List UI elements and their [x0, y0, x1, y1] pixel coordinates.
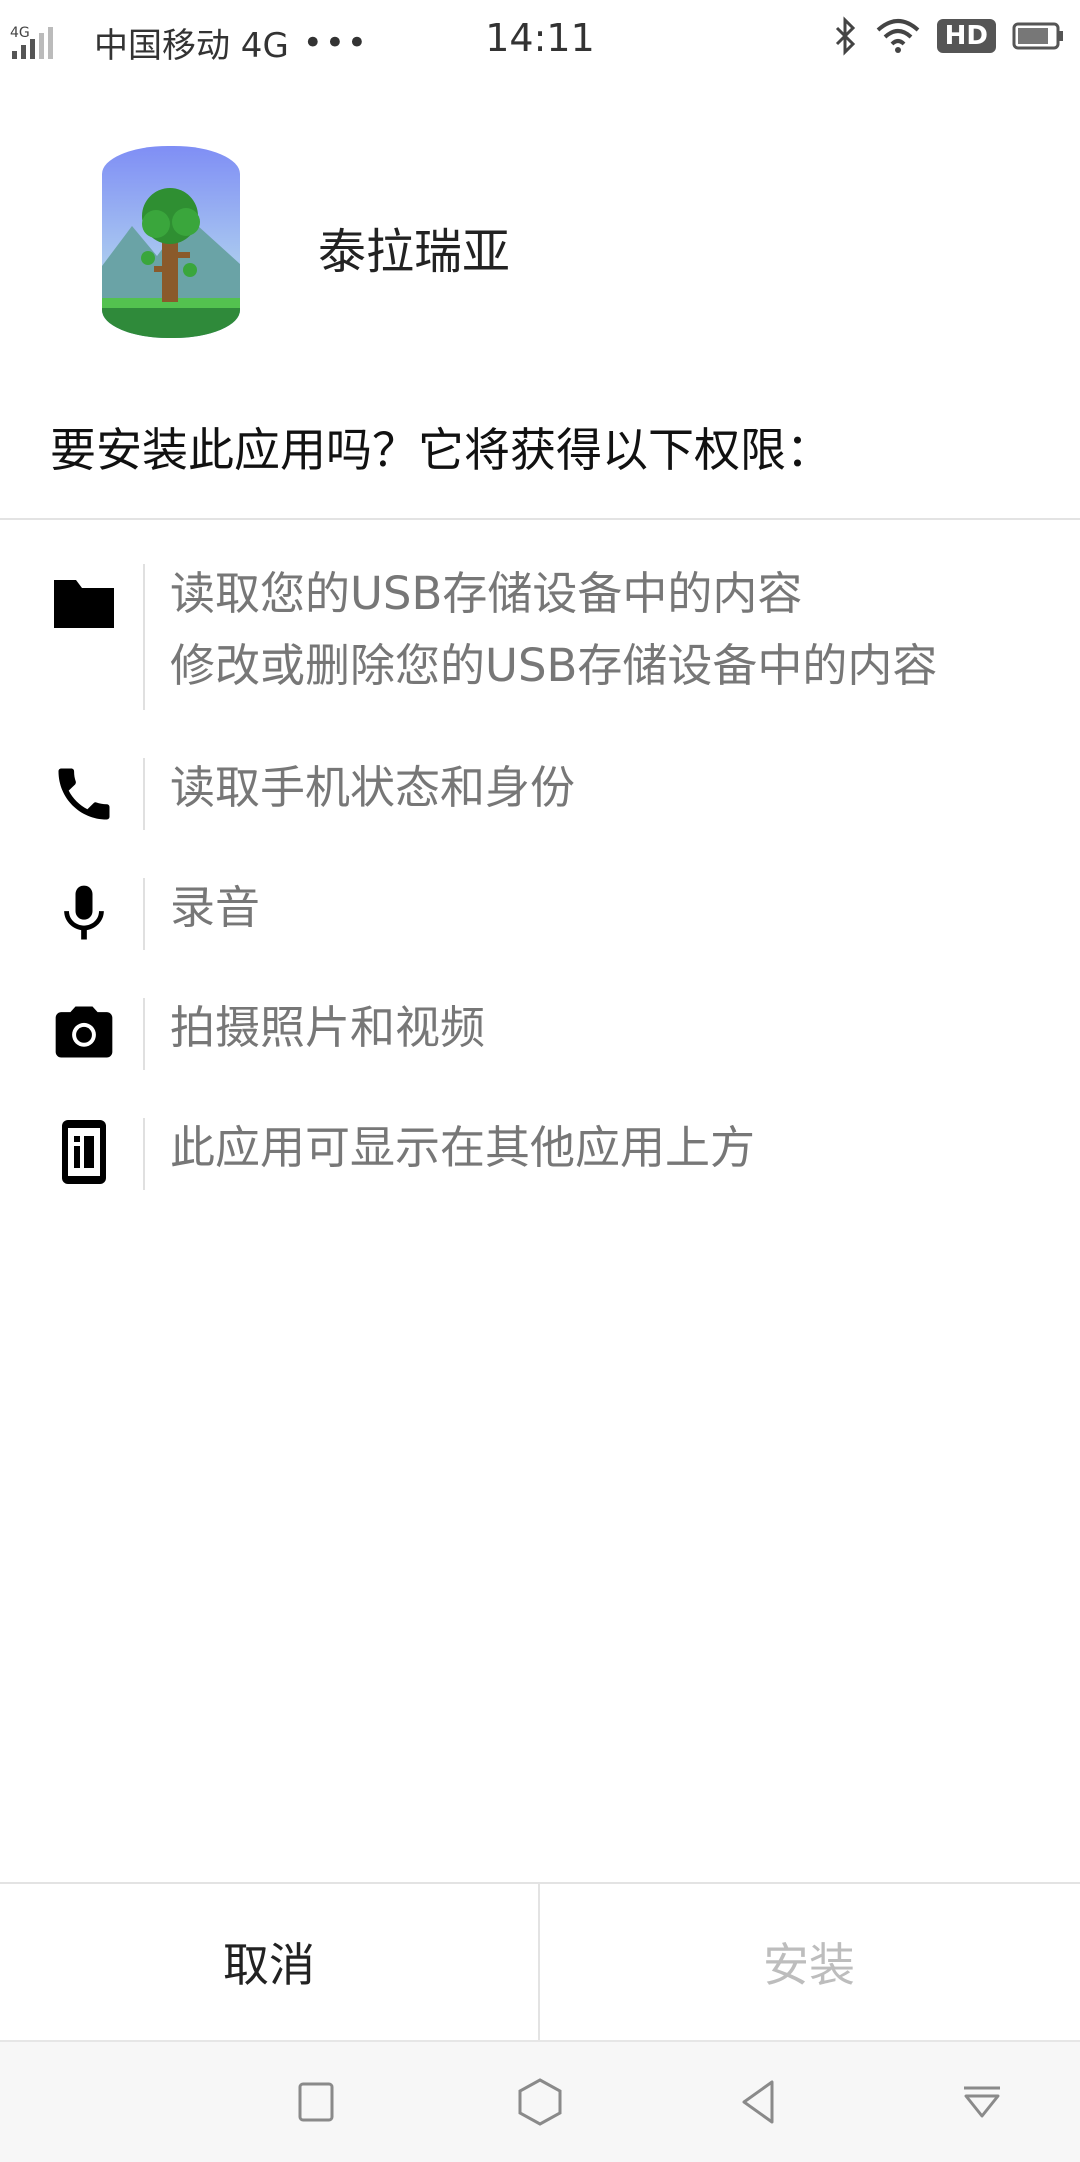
navigation-bar — [0, 2040, 1080, 2162]
status-right: HD — [831, 16, 1066, 56]
divider — [0, 518, 1080, 520]
back-button[interactable] — [728, 2070, 792, 2134]
cancel-button[interactable]: 取消 — [0, 1884, 538, 2040]
microphone-icon — [64, 885, 104, 940]
notification-pulldown-button[interactable] — [950, 2070, 1014, 2134]
permission-text: 此应用可显示在其他应用上方 — [170, 1121, 756, 1174]
hd-badge: HD — [936, 19, 996, 53]
install-button[interactable]: 安装 — [540, 1884, 1078, 2040]
permission-text: 录音 — [170, 881, 261, 934]
permission-separator — [143, 1118, 145, 1190]
permission-text: 读取您的USB存储设备中的内容 修改或删除您的USB存储设备中的内容 — [170, 558, 937, 702]
app-icon — [102, 146, 240, 338]
permission-separator — [143, 998, 145, 1070]
wifi-icon — [876, 19, 919, 53]
permission-text: 读取手机状态和身份 — [170, 761, 576, 814]
status-bar: 4G 中国移动 4G ••• 14:11 HD — [0, 0, 1080, 76]
app-name: 泰拉瑞亚 — [318, 224, 511, 280]
permission-separator — [143, 564, 145, 710]
permission-line: 读取您的USB存储设备中的内容 — [170, 567, 803, 620]
terraria-tree-icon — [102, 146, 240, 338]
folder-icon — [54, 580, 114, 628]
camera-icon — [55, 1006, 113, 1058]
permission-line: 修改或删除您的USB存储设备中的内容 — [170, 639, 938, 692]
recents-button[interactable] — [284, 2070, 348, 2134]
permission-separator — [143, 878, 145, 950]
phone-icon — [58, 768, 110, 820]
permission-text: 拍摄照片和视频 — [170, 1001, 486, 1054]
battery-icon — [1012, 22, 1063, 50]
bluetooth-icon — [835, 16, 855, 56]
overlay-icon — [62, 1120, 106, 1184]
home-button[interactable] — [508, 2070, 572, 2134]
permission-separator — [143, 758, 145, 830]
install-prompt: 要安装此应用吗？它将获得以下权限： — [50, 423, 832, 477]
